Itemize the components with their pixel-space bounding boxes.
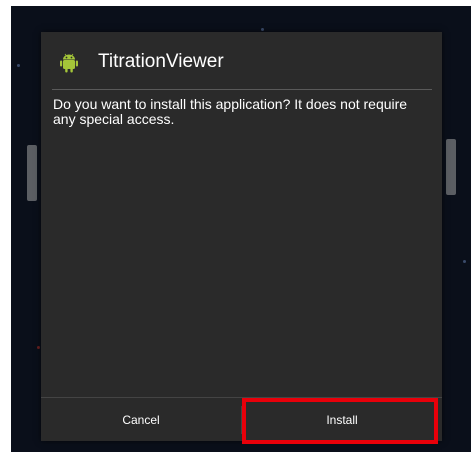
background-star	[17, 64, 20, 67]
device-screen: TitrationViewer Do you want to install t…	[11, 6, 471, 452]
background-widget-right	[446, 139, 456, 195]
dialog-title: TitrationViewer	[98, 51, 224, 72]
android-icon	[60, 53, 78, 73]
background-widget-left	[27, 145, 37, 201]
cancel-button[interactable]: Cancel	[41, 398, 241, 442]
install-button[interactable]: Install	[242, 398, 442, 442]
background-star	[37, 346, 40, 349]
title-divider	[52, 89, 432, 90]
dialog-title-bar: TitrationViewer	[41, 32, 442, 90]
install-dialog: TitrationViewer Do you want to install t…	[41, 32, 442, 441]
dialog-message: Do you want to install this application?…	[53, 96, 408, 127]
background-star	[261, 28, 264, 31]
background-star	[463, 260, 466, 263]
dialog-button-bar: Cancel Install	[41, 397, 442, 442]
